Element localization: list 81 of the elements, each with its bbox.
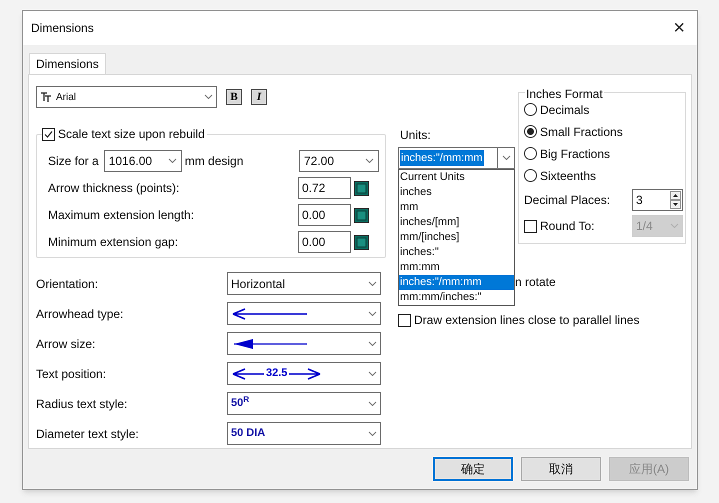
list-option[interactable]: mm:mm	[399, 260, 514, 275]
left-arrow-icon	[231, 368, 265, 380]
dimension-value: 32.5	[265, 366, 288, 382]
radio-label: Decimals	[540, 102, 590, 118]
option-label: n rotate	[515, 274, 556, 291]
checkbox[interactable]	[524, 220, 537, 232]
radio-label: Small Fractions	[540, 124, 623, 140]
right-arrow-icon	[288, 368, 322, 380]
chevron-icon	[168, 158, 177, 164]
radio-button[interactable]	[524, 125, 537, 138]
field-label: Radius text style:	[36, 396, 128, 412]
radio-label: Big Fractions	[540, 146, 610, 162]
checkbox-label: Round To:	[540, 218, 596, 235]
chevron-icon	[368, 370, 377, 376]
field-label: Minimum extension gap:	[48, 234, 178, 251]
decimal-places-spinner[interactable]: 3	[632, 189, 683, 211]
chevron-icon	[368, 400, 377, 406]
list-option[interactable]: Current Units	[399, 170, 514, 185]
list-option[interactable]: inches	[399, 185, 514, 200]
list-option[interactable]: mm:mm/inches:"	[399, 290, 514, 305]
checkbox[interactable]	[42, 128, 55, 140]
dialog-button[interactable]: 取消	[521, 457, 601, 481]
color-swatch-icon[interactable]	[354, 180, 369, 196]
chevron-icon	[368, 310, 377, 316]
field-label: Decimal Places:	[524, 192, 612, 209]
radio-button[interactable]	[524, 103, 537, 116]
combo-value: Horizontal	[231, 276, 286, 292]
list-option[interactable]: inches:"	[399, 245, 514, 260]
radio-label: Sixteenths	[540, 168, 596, 184]
field-label: Arrowhead type:	[36, 306, 124, 322]
chevron-icon	[670, 223, 679, 229]
tab[interactable]: Dimensions	[29, 53, 106, 74]
chevron-icon	[365, 158, 374, 164]
chevron-icon	[368, 430, 377, 436]
style-dropdown[interactable]: 32.5	[227, 362, 381, 385]
size-label: Size for a	[48, 153, 99, 170]
chevron-icon	[204, 94, 213, 100]
style-dropdown[interactable]: 50 DIA	[227, 422, 381, 445]
field-label: Orientation:	[36, 276, 100, 292]
chevron-icon	[368, 340, 377, 346]
list-option[interactable]: mm/[inches]	[399, 230, 514, 245]
radio-button[interactable]	[524, 147, 537, 160]
style-dropdown[interactable]: 50$^{R}$	[227, 392, 381, 415]
radio-button[interactable]	[524, 169, 537, 182]
checkbox[interactable]	[398, 314, 411, 326]
color-swatch-icon[interactable]	[354, 234, 369, 250]
font-icon	[40, 92, 52, 102]
font-size-dropdown[interactable]: 72.00	[299, 150, 379, 172]
chevron-icon	[502, 155, 510, 161]
italic-button[interactable]: I	[251, 89, 267, 105]
field-label: Arrow size:	[36, 336, 96, 352]
field-label: Text position:	[36, 366, 108, 382]
list-option[interactable]: inches/[mm]	[399, 215, 514, 230]
input-field[interactable]: 0.72	[298, 177, 351, 199]
style-dropdown[interactable]: Horizontal	[227, 272, 381, 295]
style-dropdown[interactable]	[227, 332, 381, 355]
checkbox-label: Scale text size upon rebuild	[58, 126, 205, 143]
field-label: Maximum extension length:	[48, 207, 194, 224]
checkbox-label: Draw extension lines close to parallel lines	[414, 312, 640, 329]
style-dropdown[interactable]	[227, 302, 381, 325]
spinner-arrows-icon	[670, 191, 681, 209]
bold-button[interactable]: B	[226, 89, 242, 105]
size-unit-label: mm design	[184, 153, 244, 170]
field-label: Arrow thickness (points):	[48, 180, 180, 197]
list-option[interactable]: inches:"/mm:mm	[399, 275, 514, 290]
input-field[interactable]: 0.00	[298, 204, 351, 226]
units-label: Units:	[400, 127, 432, 144]
size-dropdown[interactable]: 1016.00	[104, 150, 182, 172]
font-name: Arial	[56, 90, 78, 104]
font-dropdown[interactable]: Arial	[36, 86, 217, 108]
combo-value: 50$^{R}$	[231, 395, 250, 412]
dialog-button[interactable]: 确定	[433, 457, 513, 481]
close-button[interactable]: ×	[669, 18, 689, 38]
field-label: Diameter text style:	[36, 426, 140, 442]
units-dropdown[interactable]: inches:"/mm:mm	[398, 147, 515, 169]
chevron-icon	[368, 280, 377, 286]
input-field[interactable]: 0.00	[298, 231, 351, 253]
combo-value: 50 DIA	[231, 426, 266, 442]
list-option[interactable]: mm	[399, 200, 514, 215]
window-title: Dimensions	[31, 20, 94, 37]
color-swatch-icon[interactable]	[354, 208, 369, 222]
